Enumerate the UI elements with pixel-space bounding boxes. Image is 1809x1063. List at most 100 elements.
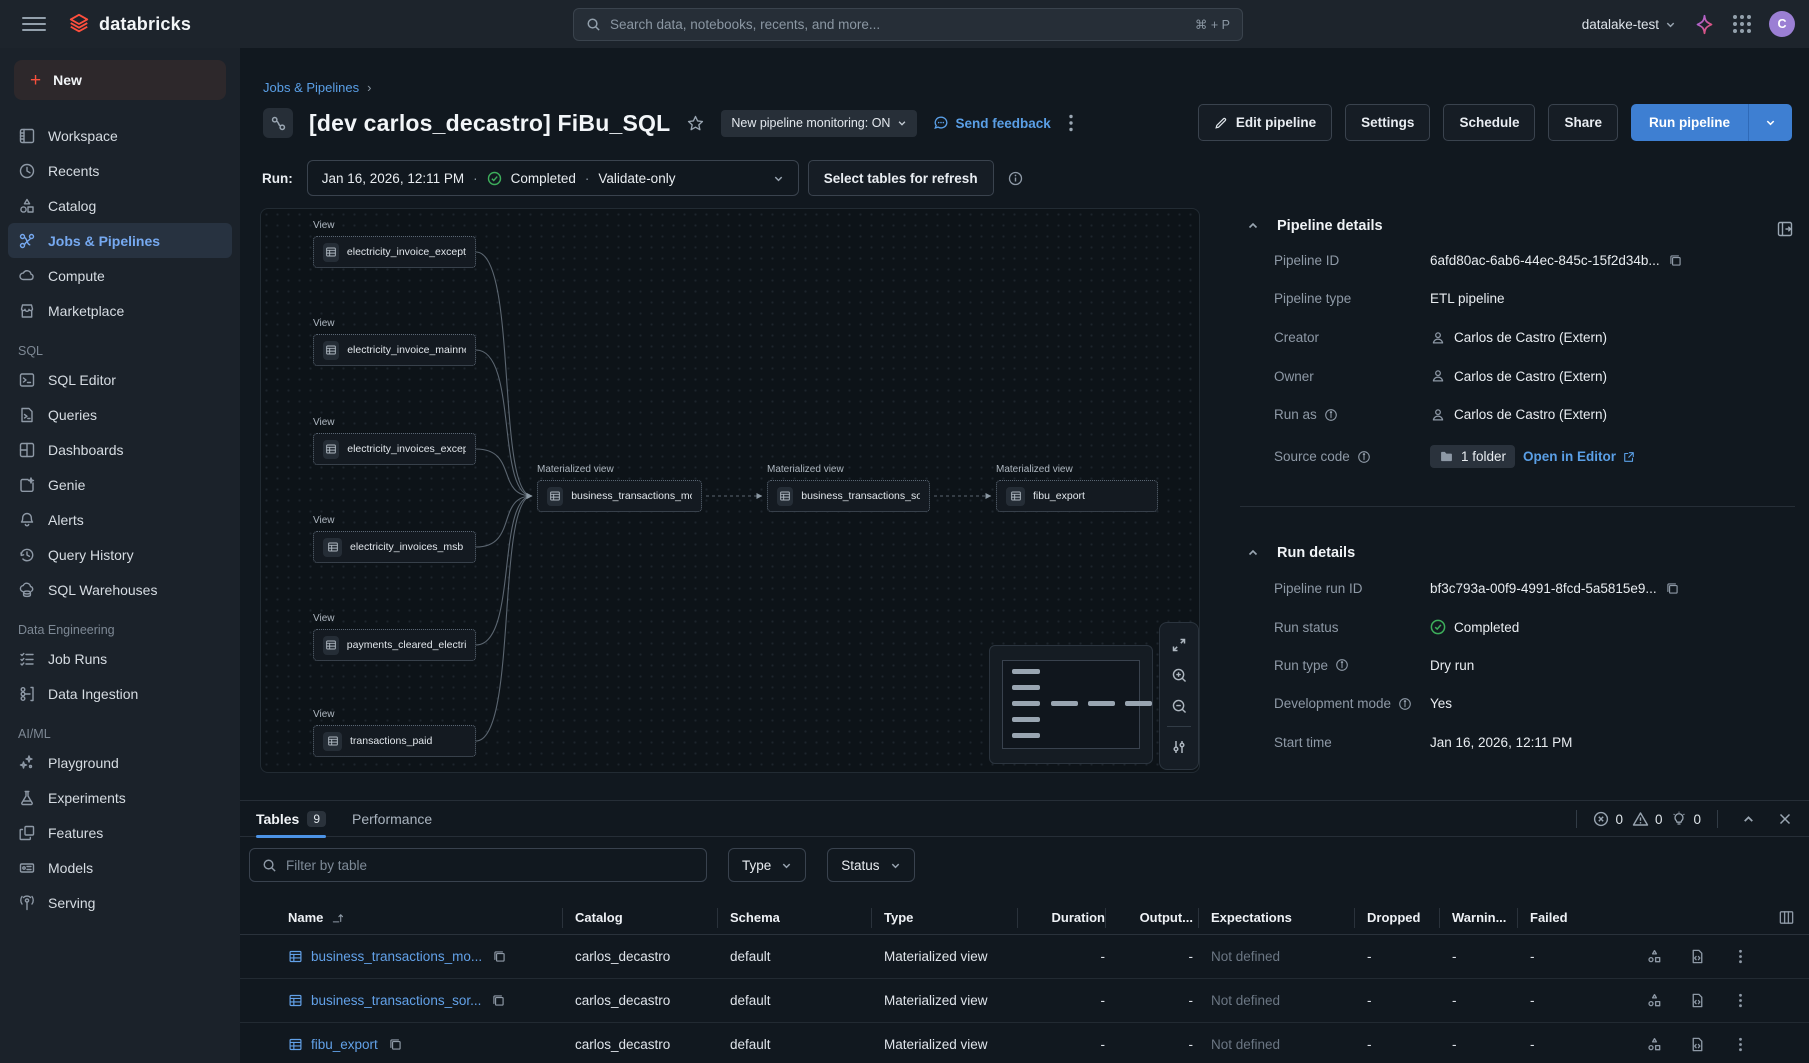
new-button[interactable]: + New (14, 60, 226, 100)
close-panel-icon[interactable] (1771, 805, 1799, 833)
graph-filter-sliders-icon[interactable] (1159, 731, 1199, 762)
column-header-schema[interactable]: Schema (730, 901, 850, 934)
assistant-sparkle-icon[interactable] (1694, 14, 1715, 35)
sidebar-item-marketplace[interactable]: Marketplace (8, 293, 232, 328)
type-filter-dropdown[interactable]: Type (728, 848, 806, 882)
share-button[interactable]: Share (1548, 104, 1618, 141)
collapse-section-icon[interactable] (1247, 220, 1259, 232)
table-row[interactable]: fibu_exportcarlos_decastrodefaultMateria… (240, 1023, 1809, 1063)
user-avatar[interactable]: C (1769, 11, 1795, 37)
open-in-catalog-icon[interactable] (1646, 948, 1663, 965)
open-in-editor-link[interactable]: Open in Editor (1523, 449, 1636, 464)
settings-button[interactable]: Settings (1345, 104, 1430, 141)
dag-node-transactions_paid[interactable]: transactions_paid (313, 725, 476, 757)
sidebar-item-jobs-pipelines[interactable]: Jobs & Pipelines (8, 223, 232, 258)
pipeline-monitoring-toggle[interactable]: New pipeline monitoring: ON (721, 110, 917, 137)
column-header-output[interactable]: Output... (1118, 901, 1193, 934)
select-tables-button[interactable]: Select tables for refresh (808, 160, 994, 196)
run-selector[interactable]: Jan 16, 2026, 12:11 PM · Completed · Val… (307, 160, 799, 196)
schedule-button[interactable]: Schedule (1443, 104, 1535, 141)
view-definition-icon[interactable] (1689, 1036, 1706, 1053)
global-search-input[interactable]: Search data, notebooks, recents, and mor… (573, 8, 1243, 41)
view-definition-icon[interactable] (1689, 948, 1706, 965)
sidebar-item-compute[interactable]: Compute (8, 258, 232, 293)
column-header-catalog[interactable]: Catalog (575, 901, 725, 934)
sidebar-item-job-runs[interactable]: Job Runs (8, 641, 232, 676)
sidebar-item-workspace[interactable]: Workspace (8, 118, 232, 153)
table-filter-input[interactable]: Filter by table (249, 848, 707, 882)
sidebar-item-playground[interactable]: Playground (8, 745, 232, 780)
copy-button[interactable] (491, 993, 506, 1008)
dag-node-business_transactions_mont[interactable]: business_transactions_mont... (537, 480, 702, 512)
column-header-expectations[interactable]: Expectations (1211, 901, 1361, 934)
column-header-warnings[interactable]: Warnin... (1452, 901, 1520, 934)
sidebar-item-recents[interactable]: Recents (8, 153, 232, 188)
sidebar-item-genie[interactable]: Genie (8, 467, 232, 502)
sidebar-item-data-ingestion[interactable]: Data Ingestion (8, 676, 232, 711)
favorite-star-icon[interactable] (686, 114, 705, 133)
dag-node-payments_cleared_electricity[interactable]: payments_cleared_electricity... (313, 629, 476, 661)
expand-panel-icon[interactable] (1734, 805, 1762, 833)
info-icon[interactable] (1008, 171, 1023, 186)
tab-performance[interactable]: Performance (352, 801, 432, 837)
dag-node-business_transactions_sorted[interactable]: business_transactions_sorted (767, 480, 930, 512)
row-kebab-icon[interactable] (1732, 1036, 1749, 1053)
row-kebab-icon[interactable] (1732, 992, 1749, 1009)
hamburger-menu-icon[interactable] (22, 12, 46, 36)
sidebar-item-dashboards[interactable]: Dashboards (8, 432, 232, 467)
app-switcher-icon[interactable] (1733, 15, 1751, 33)
copy-button[interactable] (1665, 581, 1680, 596)
sidebar-item-catalog[interactable]: Catalog (8, 188, 232, 223)
table-row[interactable]: business_transactions_mo...carlos_decast… (240, 935, 1809, 979)
sidebar-item-models[interactable]: Models (8, 850, 232, 885)
breadcrumb[interactable]: Jobs & Pipelines › (263, 80, 371, 95)
status-filter-dropdown[interactable]: Status (827, 848, 914, 882)
table-name-link[interactable]: fibu_export (311, 1037, 378, 1052)
zoom-in-icon[interactable] (1159, 660, 1199, 691)
dag-node-electricity_invoice_except_m[interactable]: electricity_invoice_except_m... (313, 236, 476, 268)
open-in-catalog-icon[interactable] (1646, 992, 1663, 1009)
dag-minimap[interactable] (989, 645, 1153, 764)
column-header-failed[interactable]: Failed (1530, 901, 1588, 934)
row-kebab-icon[interactable] (1732, 948, 1749, 965)
dag-node-electricity_invoice_mainnetz[interactable]: electricity_invoice_mainnetz... (313, 334, 476, 366)
dag-node-fibu_export[interactable]: fibu_export (996, 480, 1158, 512)
column-header-type[interactable]: Type (884, 901, 1034, 934)
edit-pipeline-button[interactable]: Edit pipeline (1198, 104, 1332, 141)
copy-button[interactable] (1668, 253, 1683, 268)
dag-node-electricity_invoices_except_[interactable]: electricity_invoices_except_... (313, 433, 476, 465)
open-in-catalog-icon[interactable] (1646, 1036, 1663, 1053)
sidebar-item-sql-editor[interactable]: SQL Editor (8, 362, 232, 397)
table-row[interactable]: business_transactions_sor...carlos_decas… (240, 979, 1809, 1023)
sidebar-item-queries[interactable]: Queries (8, 397, 232, 432)
table-name-link[interactable]: business_transactions_mo... (311, 949, 482, 964)
run-pipeline-dropdown[interactable] (1748, 104, 1792, 141)
sidebar-item-query-history[interactable]: Query History (8, 537, 232, 572)
sidebar-item-alerts[interactable]: Alerts (8, 502, 232, 537)
collapse-section-icon[interactable] (1247, 547, 1259, 559)
view-definition-icon[interactable] (1689, 992, 1706, 1009)
column-header-name[interactable]: Name (288, 901, 568, 934)
fit-to-screen-icon[interactable] (1159, 629, 1199, 660)
source-folder-badge[interactable]: 1 folder (1430, 445, 1515, 468)
workspace-picker[interactable]: datalake-test (1582, 17, 1676, 32)
sidebar-item-serving[interactable]: Serving (8, 885, 232, 920)
column-header-duration[interactable]: Duration (1030, 901, 1105, 934)
table-name-link[interactable]: business_transactions_sor... (311, 993, 481, 1008)
copy-button[interactable] (388, 1037, 403, 1052)
column-selector-icon[interactable] (1778, 909, 1795, 931)
sidebar-item-features[interactable]: Features (8, 815, 232, 850)
column-header-dropped[interactable]: Dropped (1367, 901, 1431, 934)
sidebar-item-experiments[interactable]: Experiments (8, 780, 232, 815)
databricks-logo[interactable]: databricks (68, 13, 191, 35)
collapse-panel-icon[interactable] (1776, 220, 1794, 243)
dag-node-electricity_invoices_msb[interactable]: electricity_invoices_msb (313, 531, 476, 563)
sidebar-item-sql-warehouses[interactable]: SQL Warehouses (8, 572, 232, 607)
copy-button[interactable] (492, 949, 507, 964)
zoom-out-icon[interactable] (1159, 691, 1199, 722)
tab-tables[interactable]: Tables 9 (256, 801, 326, 837)
run-pipeline-button[interactable]: Run pipeline (1631, 104, 1748, 141)
pipeline-dag-canvas[interactable]: Viewelectricity_invoice_except_m...Viewe… (260, 208, 1200, 773)
breadcrumb-link[interactable]: Jobs & Pipelines (263, 80, 359, 95)
more-actions-kebab-icon[interactable] (1069, 114, 1073, 132)
